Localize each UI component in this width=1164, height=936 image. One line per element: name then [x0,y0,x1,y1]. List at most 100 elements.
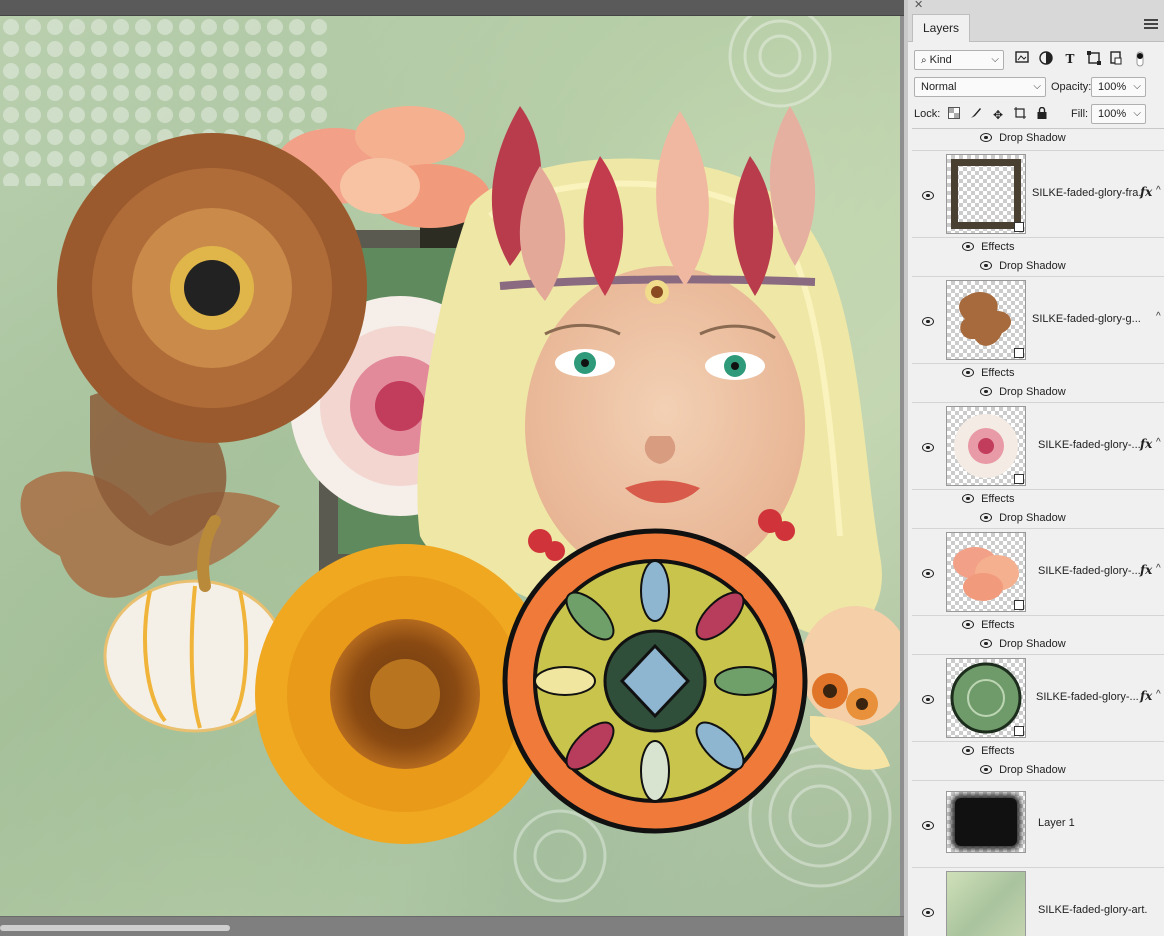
eye-icon[interactable] [962,620,974,629]
shape-filter-icon[interactable] [1086,51,1102,67]
filter-row: ⌕ Kind ⌵ T [908,47,1164,74]
layer-thumbnail[interactable] [946,406,1026,486]
panel-menu-icon[interactable] [1144,19,1158,31]
eye-icon[interactable] [980,765,992,774]
lock-all-icon[interactable] [1034,106,1050,123]
effect-label: Drop Shadow [999,638,1066,650]
eye-icon[interactable] [980,639,992,648]
horizontal-scrollbar[interactable] [0,916,904,936]
filter-kind-label: Kind [929,54,952,66]
effect-row[interactable]: Drop Shadow [912,761,1164,781]
scrollbar-thumb[interactable] [0,925,230,931]
layer-thumbnail[interactable] [946,791,1026,853]
effect-row[interactable]: Drop Shadow [912,129,1164,151]
effect-row[interactable]: Drop Shadow [912,635,1164,655]
smart-object-icon [1014,600,1024,610]
chevron-up-icon[interactable]: ^ [1156,311,1161,322]
blend-row: Normal ⌵ Opacity: 100% ⌵ [908,74,1164,101]
document-canvas-area[interactable] [0,0,904,936]
layers-list[interactable]: Drop Shadow SILKE-faded-glory-fra... fx … [912,128,1164,936]
fx-icon[interactable]: fx [1140,437,1152,451]
layer-row[interactable]: SILKE-faded-glory-... fx ^ [912,655,1164,742]
effects-label: Effects [981,241,1015,253]
layer-row[interactable]: SILKE-faded-glory-... fx ^ [912,403,1164,490]
layers-panel: ✕ Layers ⌕ Kind ⌵ T Normal ⌵ Opacity: 10… [904,0,1164,936]
eye-icon[interactable] [980,261,992,270]
layer-thumbnail[interactable] [946,154,1026,234]
effects-row[interactable]: Effects [912,238,1164,257]
opacity-value: 100% [1098,81,1127,93]
adjustment-filter-icon[interactable] [1038,51,1054,67]
effects-row[interactable]: Effects [912,742,1164,761]
filter-kind-select[interactable]: ⌕ Kind ⌵ [914,50,1004,70]
layer-row[interactable]: SILKE-faded-glory-fra... fx ^ [912,151,1164,238]
lock-transparent-icon[interactable] [946,107,962,123]
chevron-up-icon[interactable]: ^ [1156,185,1161,196]
eye-icon[interactable] [922,191,934,200]
layer-name[interactable]: SILKE-faded-glory-... [1038,439,1148,451]
mandala-disc [502,528,808,834]
close-icon[interactable]: ✕ [914,0,923,11]
layer-name[interactable]: SILKE-faded-glory-... [1036,691,1146,703]
layer-name[interactable]: Layer 1 [1038,817,1148,829]
lock-artboard-icon[interactable] [1012,107,1028,123]
eye-icon[interactable] [922,569,934,578]
layer-thumbnail[interactable] [946,871,1026,936]
eye-icon[interactable] [922,821,934,830]
effects-row[interactable]: Effects [912,364,1164,383]
opacity-input[interactable]: 100% ⌵ [1091,77,1146,97]
opacity-label: Opacity: [1051,81,1092,93]
eye-icon[interactable] [962,746,974,755]
eye-icon[interactable] [980,133,992,142]
tab-layers[interactable]: Layers [912,14,971,42]
eye-icon[interactable] [980,513,992,522]
eye-icon[interactable] [962,368,974,377]
eye-icon[interactable] [922,443,934,452]
effects-row[interactable]: Effects [912,490,1164,509]
eye-icon[interactable] [922,695,934,704]
artwork-canvas[interactable] [0,16,900,916]
brown-gerbera [57,133,367,443]
layer-thumbnail[interactable] [946,658,1026,738]
effect-row[interactable]: Drop Shadow [912,509,1164,529]
smart-object-filter-icon[interactable] [1108,51,1124,67]
effects-row[interactable]: Effects [912,616,1164,635]
effect-row[interactable]: Drop Shadow [912,383,1164,403]
fx-icon[interactable]: fx [1140,563,1152,577]
effect-row[interactable]: Drop Shadow [912,257,1164,277]
chevron-down-icon: ⌵ [1133,81,1141,92]
layer-name[interactable]: SILKE-faded-glory-... [1038,565,1148,577]
smart-object-icon [1014,348,1024,358]
effect-label: Drop Shadow [999,386,1066,398]
layer-name[interactable]: SILKE-faded-glory-art... [1038,904,1148,916]
layer-row[interactable]: SILKE-faded-glory-... fx ^ [912,529,1164,616]
effects-label: Effects [981,745,1015,757]
layer-row[interactable]: SILKE-faded-glory-art... [912,868,1164,936]
panel-header: ✕ [908,0,1164,12]
chevron-up-icon[interactable]: ^ [1156,437,1161,448]
fill-input[interactable]: 100% ⌵ [1091,104,1146,124]
layer-name[interactable]: SILKE-faded-glory-fra... [1032,187,1142,199]
layer-row[interactable]: SILKE-faded-glory-g... ^ [912,277,1164,364]
chevron-up-icon[interactable]: ^ [1156,563,1161,574]
layer-row[interactable]: Layer 1 [912,781,1164,868]
layer-thumbnail[interactable] [946,532,1026,612]
eye-icon[interactable] [922,317,934,326]
layer-name[interactable]: SILKE-faded-glory-g... [1032,313,1142,325]
blend-mode-label: Normal [921,81,957,93]
lock-move-icon[interactable]: ✥ [990,107,1006,123]
lock-paint-brush-icon[interactable] [968,107,984,123]
filter-toggle-icon[interactable] [1132,51,1148,67]
blend-mode-select[interactable]: Normal ⌵ [914,77,1046,97]
eye-icon[interactable] [980,387,992,396]
chevron-up-icon[interactable]: ^ [1156,689,1161,700]
eye-icon[interactable] [962,494,974,503]
fx-icon[interactable]: fx [1140,689,1152,703]
artwork-illustration [0,16,900,903]
pixel-filter-icon[interactable] [1014,51,1030,67]
eye-icon[interactable] [962,242,974,251]
fx-icon[interactable]: fx [1140,185,1152,199]
eye-icon[interactable] [922,908,934,917]
layer-thumbnail[interactable] [946,280,1026,360]
type-filter-icon[interactable]: T [1062,51,1078,67]
